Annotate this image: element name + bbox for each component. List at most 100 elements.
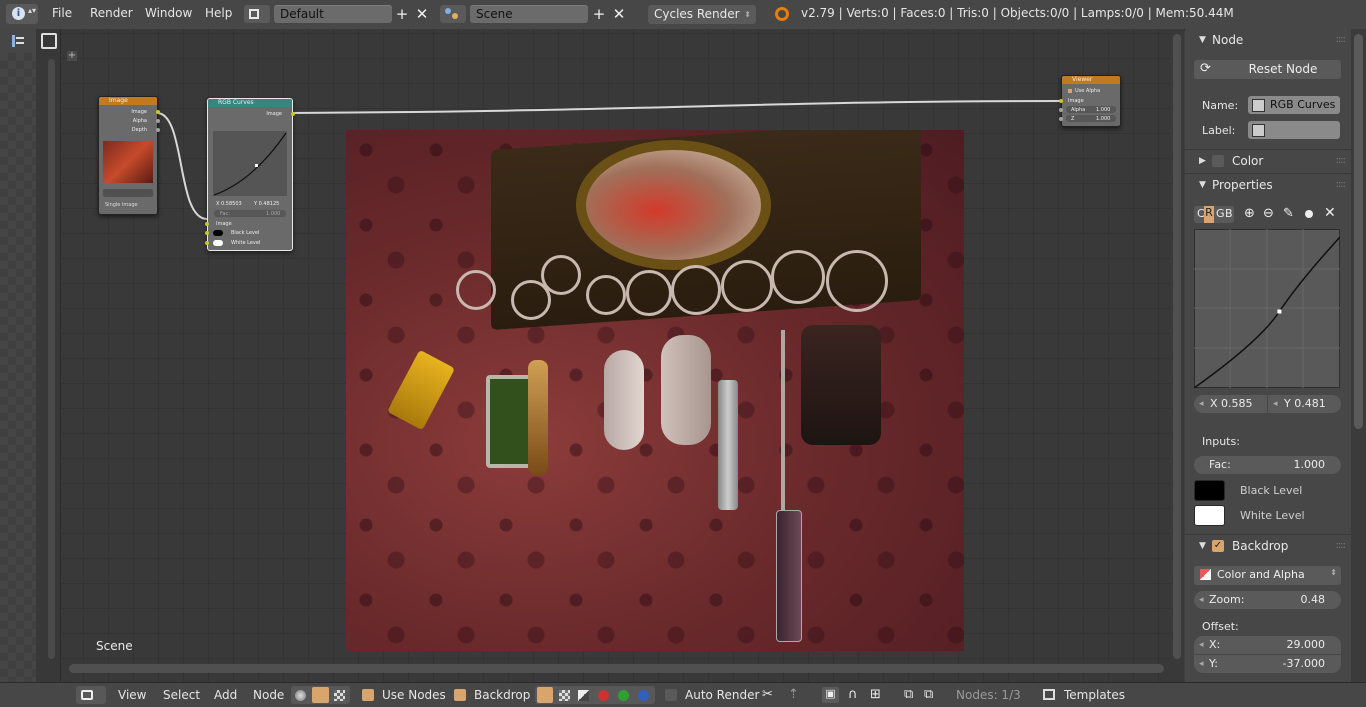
menu-file[interactable]: File (52, 6, 72, 20)
menu-select[interactable]: Select (163, 688, 200, 702)
drag-grip-icon[interactable]: :::: (1336, 535, 1347, 557)
curves-socket-white[interactable] (205, 241, 209, 245)
black-level-swatch[interactable] (1194, 480, 1225, 501)
menu-view[interactable]: View (118, 688, 146, 702)
zoom-field[interactable]: ◂ Zoom: 0.48 (1194, 591, 1341, 609)
fac-field[interactable]: Fac: 1.000 (1194, 456, 1341, 474)
editor-type-button[interactable] (76, 686, 106, 704)
menu-window[interactable]: Window (145, 6, 192, 20)
viewer-node-header[interactable]: Viewer (1062, 76, 1120, 84)
texture-tree-icon[interactable] (334, 690, 345, 701)
rgb-curves-node[interactable]: RGB Curves Image X 0.58503 Y 0.48125 Fac… (205, 98, 295, 251)
wrench-icon[interactable]: ✎ (1283, 206, 1294, 221)
node-editor-canvas[interactable]: Image Image Alpha Depth Single Image RGB… (61, 29, 1171, 682)
close-layout-icon[interactable]: ✕ (413, 5, 431, 23)
channel-tab-b[interactable]: B (1225, 207, 1233, 220)
offset-x-field[interactable]: ◂ X: 29.000 (1194, 636, 1341, 654)
pin-icon[interactable]: ✂ (762, 687, 773, 702)
scene-field[interactable]: Scene (470, 5, 588, 23)
node-panel-header[interactable]: ▼ Node :::: (1185, 29, 1351, 51)
properties-panel-header[interactable]: ▼ Properties :::: (1185, 173, 1351, 196)
panel-scroll-thumb[interactable] (1354, 34, 1363, 429)
channel-tab-r[interactable]: R (1204, 206, 1214, 223)
scene-icon[interactable] (440, 5, 466, 23)
image-source-mode[interactable]: Single Image (105, 202, 138, 208)
viewer-socket-alpha[interactable] (1059, 108, 1063, 112)
horizontal-scroll-thumb[interactable] (69, 664, 1164, 673)
curve-y-field[interactable]: ◂ Y 0.481 (1268, 395, 1341, 413)
curve-x-field[interactable]: ◂ X 0.585 (1194, 395, 1267, 413)
paste-nodes-icon[interactable]: ⧉ (924, 687, 933, 702)
menu-render[interactable]: Render (90, 6, 133, 20)
panel-scrollbar[interactable] (1351, 29, 1366, 682)
curves-node-x[interactable]: X 0.58503 (216, 201, 242, 207)
backdrop-mode-dropdown[interactable]: Color and Alpha ⬍ (1194, 566, 1341, 585)
templates-menu[interactable]: Templates (1064, 688, 1125, 702)
backdrop-panel-header[interactable]: ▼ ✓ Backdrop :::: (1185, 534, 1351, 557)
offset-y-field[interactable]: ◂ Y: -37.000 (1194, 655, 1341, 673)
delete-point-icon[interactable]: ✕ (1324, 205, 1336, 221)
properties-icon[interactable] (41, 33, 57, 49)
drag-grip-icon[interactable]: :::: (1336, 150, 1347, 172)
close-scene-icon[interactable]: ✕ (610, 5, 628, 23)
strip-scrollbar[interactable] (48, 59, 55, 659)
compositor-tree-icon[interactable] (312, 687, 329, 703)
zoom-in-icon[interactable]: ⊕ (1244, 206, 1255, 221)
reset-node-button[interactable]: ⟳ Reset Node (1194, 60, 1341, 79)
curves-channel-row[interactable] (213, 121, 287, 128)
screen-layout-field[interactable]: Default (274, 5, 392, 23)
curves-black-swatch[interactable] (213, 230, 223, 236)
image-socket-depth[interactable] (156, 128, 160, 132)
curves-white-swatch[interactable] (213, 240, 223, 246)
info-editor-type-button[interactable]: i ▴▾ (6, 4, 38, 24)
drag-grip-icon[interactable]: :::: (1336, 174, 1347, 196)
editor-vertical-scrollbar[interactable] (1171, 29, 1184, 682)
magnet-icon[interactable]: ∩ (848, 687, 858, 702)
label-field[interactable] (1248, 121, 1340, 139)
zoom-out-icon[interactable]: ⊖ (1263, 206, 1274, 221)
add-layout-icon[interactable]: + (393, 5, 411, 23)
alpha-icon[interactable] (578, 690, 589, 701)
toolshelf-toggle[interactable]: + (67, 51, 77, 61)
image-socket-image[interactable] (156, 110, 160, 114)
use-nodes-checkbox[interactable] (362, 689, 374, 701)
rgb-curves-node-header[interactable]: RGB Curves (208, 99, 292, 107)
parent-up-icon[interactable]: ⇡ (788, 687, 799, 702)
green-channel-icon[interactable] (618, 690, 629, 701)
name-field[interactable]: RGB Curves (1248, 96, 1340, 114)
menu-node[interactable]: Node (253, 688, 284, 702)
backdrop-panel-checkbox[interactable]: ✓ (1212, 540, 1224, 552)
color-icon[interactable] (559, 690, 570, 701)
color-checkbox[interactable] (1212, 155, 1224, 167)
viewer-socket-image[interactable] (1059, 99, 1063, 103)
menu-add[interactable]: Add (214, 688, 237, 702)
color-alpha-icon[interactable] (537, 687, 553, 703)
curves-node-y[interactable]: Y 0.48125 (254, 201, 279, 207)
copy-nodes-icon[interactable]: ⧉ (904, 687, 913, 702)
screen-layout-icon[interactable] (244, 5, 270, 23)
backdrop-checkbox[interactable] (454, 689, 466, 701)
shader-tree-icon[interactable] (295, 690, 306, 701)
image-node-header[interactable]: Image (99, 97, 157, 105)
viewer-node[interactable]: Viewer Use Alpha Image Alpha 1.000 Z 1.0… (1059, 75, 1121, 127)
channel-tab-g[interactable]: G (1216, 207, 1225, 220)
outliner-icon[interactable] (10, 33, 26, 49)
curves-mini-graph[interactable] (213, 131, 287, 196)
use-alpha-checkbox[interactable] (1068, 89, 1072, 93)
white-level-swatch[interactable] (1194, 505, 1225, 526)
add-scene-icon[interactable]: + (590, 5, 608, 23)
color-panel-header[interactable]: ▶ Color :::: (1185, 149, 1351, 172)
auto-render-checkbox[interactable] (665, 689, 677, 701)
red-channel-icon[interactable] (598, 690, 609, 701)
curves-socket-black[interactable] (205, 231, 209, 235)
point-icon[interactable] (1305, 210, 1313, 218)
blue-channel-icon[interactable] (638, 690, 649, 701)
render-engine-dropdown[interactable]: Cycles Render ⬍ (648, 5, 756, 24)
editor-horizontal-scrollbar[interactable] (61, 661, 1171, 675)
menu-help[interactable]: Help (205, 6, 232, 20)
snap-menu-icon[interactable]: ▣ (822, 687, 839, 703)
curves-socket-image[interactable] (205, 222, 209, 226)
image-node[interactable]: Image Image Alpha Depth Single Image (98, 96, 160, 215)
image-socket-alpha[interactable] (156, 119, 160, 123)
curves-socket-output[interactable] (291, 112, 295, 116)
